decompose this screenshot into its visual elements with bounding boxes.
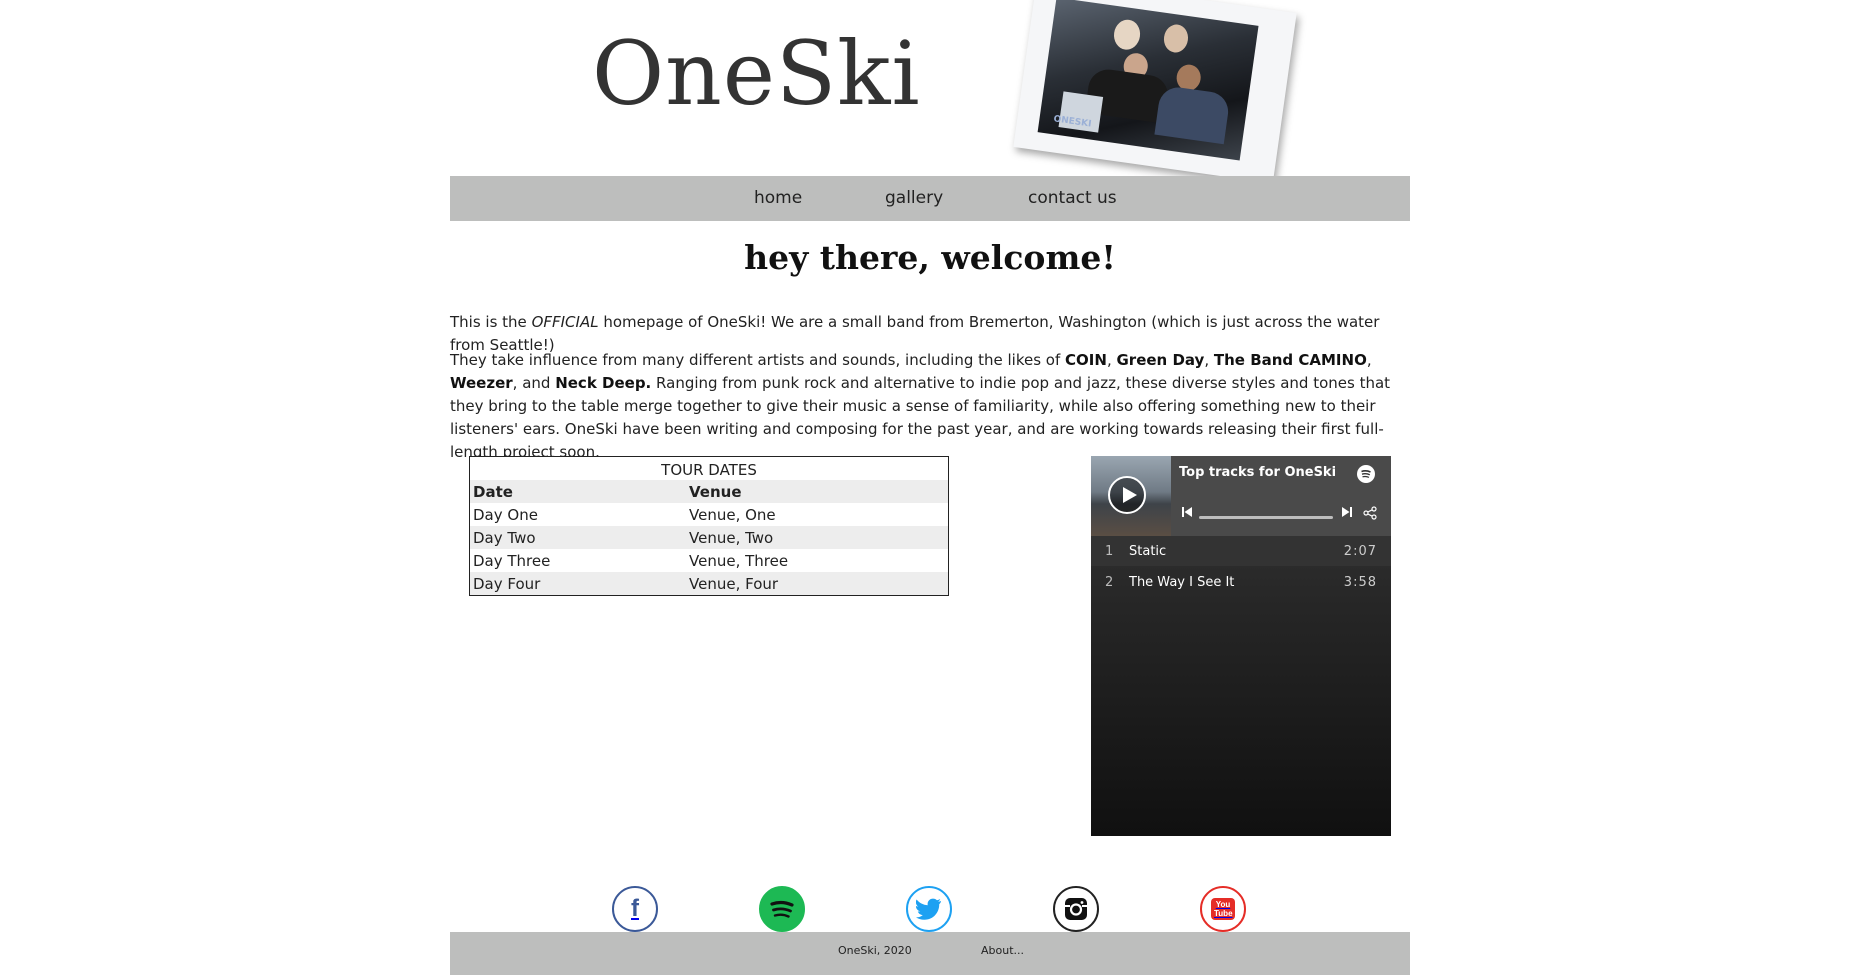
artist-name: Weezer <box>450 374 513 392</box>
album-art <box>1091 456 1171 536</box>
band-polaroid-photo: ONESKI <box>1013 0 1297 184</box>
tour-venue-cell: Venue, One <box>689 505 776 524</box>
facebook-glyph: f <box>631 895 639 922</box>
intro-pre: This is the <box>450 313 532 331</box>
tour-venue-cell: Venue, Three <box>689 551 789 570</box>
youtube-icon[interactable]: You Tube <box>1200 886 1246 932</box>
table-row: Day One Venue, One <box>470 503 948 526</box>
tour-date-cell: Day Two <box>473 528 536 547</box>
table-header-row: Date Venue <box>470 480 948 503</box>
artist-name: Green Day <box>1116 351 1205 369</box>
table-row: Day Three Venue, Three <box>470 549 948 572</box>
table-row: Day Two Venue, Two <box>470 526 948 549</box>
track-duration: 3:58 <box>1343 575 1377 590</box>
progress-bar[interactable] <box>1199 516 1333 519</box>
artist-name: COIN <box>1065 351 1107 369</box>
column-header-date: Date <box>473 482 513 501</box>
track-duration: 2:07 <box>1343 544 1377 559</box>
footer-copyright: OneSki, 2020 <box>838 944 912 957</box>
intro-emphasis: OFFICIAL <box>531 313 599 331</box>
spotify-player-embed[interactable]: Top tracks for OneSki 1 Static 2:07 2 Th… <box>1091 456 1391 836</box>
tour-dates-table: TOUR DATES Date Venue Day One Venue, One… <box>469 456 949 596</box>
share-icon[interactable] <box>1363 506 1377 524</box>
site-logo[interactable]: OneSki <box>592 30 921 118</box>
tour-venue-cell: Venue, Two <box>689 528 774 547</box>
track-number: 2 <box>1105 575 1114 590</box>
tour-date-cell: Day Three <box>473 551 551 570</box>
next-track-icon[interactable] <box>1341 506 1353 522</box>
instagram-icon[interactable] <box>1053 886 1099 932</box>
play-button-icon[interactable] <box>1108 476 1146 514</box>
artist-name: Neck Deep. <box>555 374 652 392</box>
tour-date-cell: Day One <box>473 505 538 524</box>
influences-text: They take influence from many different … <box>450 351 1066 369</box>
nav-gallery[interactable]: gallery <box>885 188 943 208</box>
track-title: Static <box>1129 544 1167 559</box>
separator: , and <box>512 374 556 392</box>
footer-about-link[interactable]: About... <box>981 944 1024 957</box>
previous-track-icon[interactable] <box>1181 506 1193 522</box>
artist-name: The Band CAMINO <box>1213 351 1367 369</box>
band-photo: ONESKI <box>1037 0 1259 161</box>
separator: , <box>1366 351 1372 369</box>
track-row[interactable]: 2 The Way I See It 3:58 <box>1091 567 1391 597</box>
track-number: 1 <box>1105 544 1114 559</box>
youtube-glyph: You Tube <box>1211 898 1235 920</box>
column-header-venue: Venue <box>689 482 742 501</box>
influences-paragraph: They take influence from many different … <box>450 349 1410 464</box>
tour-venue-cell: Venue, Four <box>689 574 779 593</box>
nav-contact-us[interactable]: contact us <box>1028 188 1117 208</box>
facebook-icon[interactable]: f <box>612 886 658 932</box>
spotify-icon[interactable] <box>759 886 805 932</box>
twitter-icon[interactable] <box>906 886 952 932</box>
track-title: The Way I See It <box>1129 575 1235 590</box>
spotify-logo-icon[interactable] <box>1357 465 1375 483</box>
footer: OneSki, 2020 About... <box>450 932 1410 975</box>
separator: , <box>1204 351 1214 369</box>
nav-home[interactable]: home <box>754 188 802 208</box>
page: OneSki ONESKI home gallery contact us he… <box>450 0 1410 975</box>
table-row: Day Four Venue, Four <box>470 572 948 595</box>
player-title: Top tracks for OneSki <box>1179 465 1337 480</box>
tour-caption: TOUR DATES <box>661 461 757 479</box>
main-nav: home gallery contact us <box>450 176 1410 221</box>
page-title: hey there, welcome! <box>744 238 1116 277</box>
tour-date-cell: Day Four <box>473 574 541 593</box>
track-row[interactable]: 1 Static 2:07 <box>1091 536 1391 566</box>
